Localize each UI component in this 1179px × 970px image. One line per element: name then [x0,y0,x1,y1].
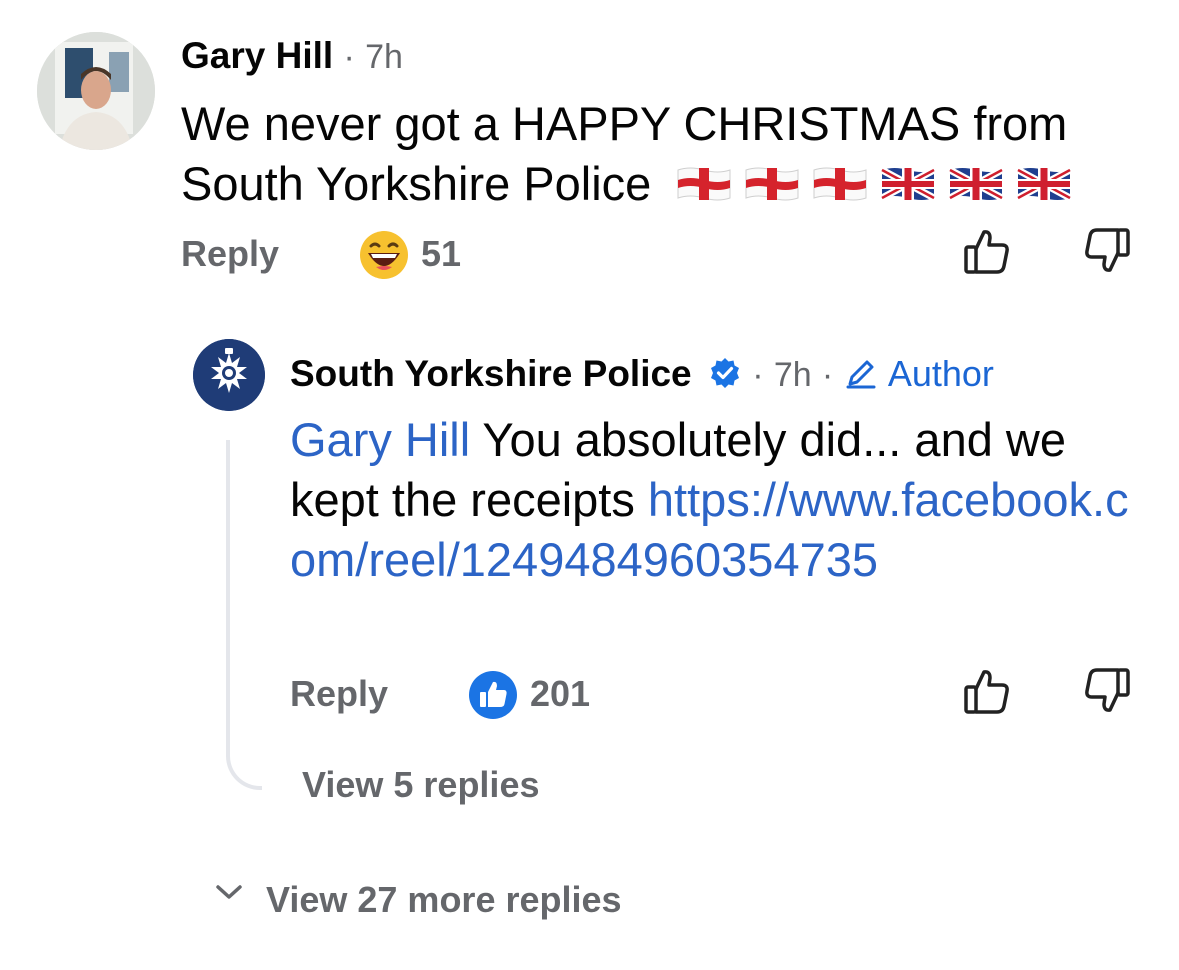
profile-photo-icon [37,32,155,150]
separator-dot: · [343,38,355,76]
author-badge: Author [887,353,994,394]
reply-button[interactable]: Reply [181,232,279,276]
separator-dot: · [752,356,764,394]
mention-link[interactable]: Gary Hill [290,413,470,466]
union-jack-flag-icon [948,166,1005,201]
thumbs-up-icon[interactable] [962,226,1012,281]
comment-header: Gary Hill · 7h [181,32,403,81]
avatar-gary-hill[interactable] [37,32,155,150]
view-more-replies-button[interactable]: View 27 more replies [266,878,622,922]
thumbs-down-icon[interactable] [1082,226,1132,281]
timestamp[interactable]: 7h [774,356,812,394]
thread-connector-line [226,440,262,790]
avatar-south-yorkshire-police[interactable] [193,339,265,411]
thumbs-down-icon[interactable] [1082,666,1132,721]
england-flag-icon [677,167,731,201]
thumbs-up-icon[interactable] [962,666,1012,721]
reaction-count[interactable]: 201 [530,672,590,716]
author-name[interactable]: South Yorkshire Police [290,353,692,394]
laughing-emoji-icon[interactable] [358,229,410,281]
union-jack-flag-icon [1016,166,1073,201]
union-jack-flag-icon [880,166,937,201]
view-replies-button[interactable]: View 5 replies [302,763,539,807]
reaction-count[interactable]: 51 [421,232,461,276]
author-name[interactable]: Gary Hill [181,35,333,76]
flag-emojis [664,157,1073,210]
reply-button[interactable]: Reply [290,672,388,716]
comment-text: We never got a HAPPY CHRISTMAS from Sout… [181,94,1161,214]
police-badge-icon [193,339,265,411]
england-flag-icon [813,167,867,201]
chevron-down-icon[interactable] [214,882,244,907]
england-flag-icon [745,167,799,201]
reply-header: South Yorkshire Police · 7h · Author [290,350,994,399]
separator-dot: · [821,356,834,394]
reply-text: Gary Hill You absolutely did... and we k… [290,410,1150,590]
verified-badge-icon [710,358,739,389]
like-reaction-icon[interactable] [467,669,519,721]
timestamp[interactable]: 7h [365,38,403,76]
pencil-icon [846,360,876,389]
